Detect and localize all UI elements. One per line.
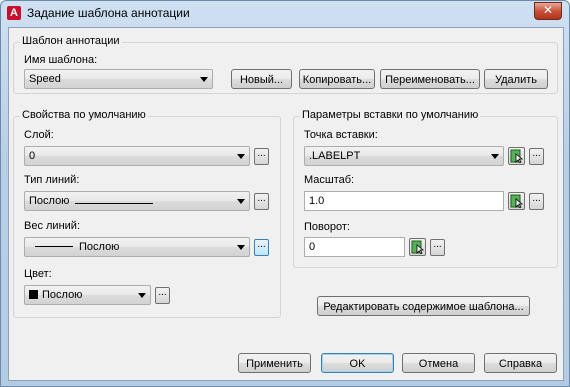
chevron-down-icon	[491, 154, 499, 159]
color-browse-button[interactable]: ...	[155, 287, 170, 304]
layer-browse-button[interactable]: ...	[254, 148, 269, 165]
insertion-parameters-group: Параметры вставки по умолчанию Точка вст…	[293, 109, 558, 268]
pick-point-icon	[510, 194, 524, 208]
linetype-sample	[75, 203, 154, 204]
color-select[interactable]: Послою	[24, 285, 151, 305]
insertion-parameters-label: Параметры вставки по умолчанию	[300, 109, 481, 121]
autocad-logo-icon: A	[7, 6, 21, 20]
rotation-label: Поворот:	[304, 221, 350, 233]
apply-button[interactable]: Применить	[238, 353, 311, 373]
lineweight-sample	[35, 246, 73, 247]
template-name-select[interactable]: Speed	[24, 69, 213, 89]
pick-point-icon	[510, 149, 524, 163]
linetype-value-wrap: Послою	[29, 195, 154, 207]
scale-pick-button[interactable]	[508, 192, 525, 210]
window-title: Задание шаблона аннотации	[27, 6, 190, 20]
linetype-browse-button[interactable]: ...	[254, 193, 269, 210]
scale-browse-button[interactable]: ...	[529, 193, 544, 210]
color-value-wrap: Послою	[29, 289, 82, 301]
lineweight-select[interactable]: Послою	[24, 237, 250, 257]
insertion-point-pick-button[interactable]	[508, 147, 525, 165]
template-name-label: Имя шаблона:	[24, 54, 98, 66]
layer-label: Слой:	[24, 129, 54, 141]
scale-label: Масштаб:	[304, 174, 355, 186]
insertion-point-browse-button[interactable]: ...	[529, 148, 544, 165]
dialog-client-area: Шаблон аннотации Имя шаблона: Speed Новы…	[8, 27, 564, 381]
default-properties-label: Свойства по умолчанию	[20, 109, 148, 121]
chevron-down-icon	[237, 154, 245, 159]
linetype-label: Тип линий:	[24, 174, 80, 186]
template-group: Шаблон аннотации Имя шаблона: Speed Новы…	[13, 35, 558, 94]
linetype-value: Послою	[29, 195, 70, 207]
template-name-value: Speed	[29, 73, 61, 85]
color-label: Цвет:	[24, 268, 52, 280]
title-bar[interactable]: A Задание шаблона аннотации ✕	[1, 1, 569, 27]
cancel-button[interactable]: Отмена	[402, 353, 475, 373]
rename-template-button[interactable]: Переименовать...	[380, 69, 480, 89]
dialog-window: A Задание шаблона аннотации ✕ Шаблон анн…	[0, 0, 570, 387]
rotation-value: 0	[309, 241, 316, 253]
lineweight-label: Вес линий:	[24, 220, 80, 232]
layer-select[interactable]: 0	[24, 146, 250, 166]
rotation-pick-button[interactable]	[409, 238, 426, 256]
template-group-label: Шаблон аннотации	[20, 35, 122, 47]
new-template-button[interactable]: Новый...	[231, 69, 292, 89]
rotation-browse-button[interactable]: ...	[430, 239, 445, 256]
color-value: Послою	[42, 289, 83, 301]
linetype-select[interactable]: Послою	[24, 191, 250, 211]
default-properties-group: Свойства по умолчанию Слой: 0 ... Тип ли…	[13, 109, 281, 318]
pick-point-icon	[411, 240, 425, 254]
insertion-point-value: .LABELPT	[309, 150, 361, 162]
scale-value: 1.0	[309, 195, 325, 207]
chevron-down-icon	[138, 293, 146, 298]
ok-button[interactable]: OK	[321, 353, 394, 373]
color-swatch	[29, 290, 38, 299]
chevron-down-icon	[237, 199, 245, 204]
rotation-input[interactable]: 0	[304, 237, 405, 257]
lineweight-value: Послою	[79, 241, 120, 253]
chevron-down-icon	[237, 245, 245, 250]
lineweight-value-wrap: Послою	[29, 241, 119, 253]
delete-template-button[interactable]: Удалить	[484, 69, 548, 89]
insertion-point-label: Точка вставки:	[304, 129, 378, 141]
close-button[interactable]: ✕	[534, 2, 562, 20]
lineweight-browse-button[interactable]: ...	[254, 239, 269, 256]
scale-input[interactable]: 1.0	[304, 191, 504, 211]
edit-template-content-button[interactable]: Редактировать содержимое шаблона...	[317, 296, 530, 316]
copy-template-button[interactable]: Копировать...	[299, 69, 375, 89]
help-button[interactable]: Справка	[484, 353, 557, 373]
layer-value: 0	[29, 150, 36, 162]
insertion-point-select[interactable]: .LABELPT	[304, 146, 504, 166]
chevron-down-icon	[200, 77, 208, 82]
